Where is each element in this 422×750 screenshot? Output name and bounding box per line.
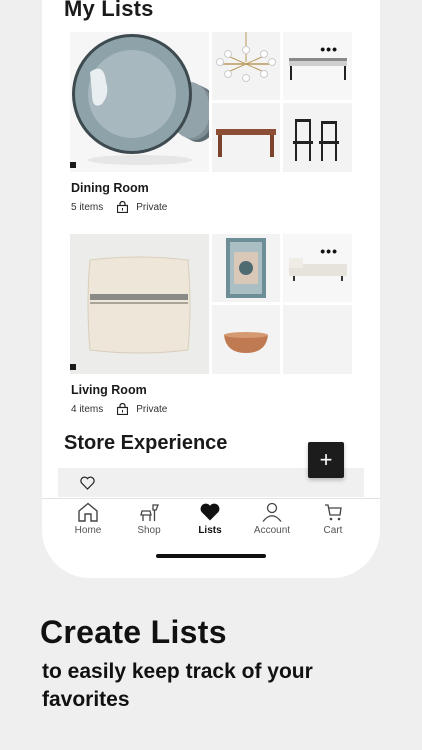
- privacy-label: Private: [136, 201, 168, 213]
- dining-table-image: [212, 103, 280, 172]
- lock-icon: [117, 201, 129, 213]
- tab-label: Cart: [323, 525, 343, 536]
- carousel-indicator: [70, 364, 76, 370]
- item-count: 4 items: [71, 403, 104, 415]
- list-image-grid[interactable]: •••: [70, 234, 352, 374]
- tab-shop[interactable]: Shop: [119, 502, 179, 536]
- list-meta: 4 items Private: [71, 403, 167, 415]
- tab-label: Account: [253, 525, 291, 536]
- lock-icon: [117, 403, 129, 415]
- empty-image-slot: [283, 305, 352, 374]
- bowl-image: [212, 305, 280, 374]
- heart-icon: [200, 503, 220, 521]
- bottom-tab-bar: Home Shop Lists Account Cart: [42, 498, 380, 540]
- tab-lists[interactable]: Lists: [180, 502, 240, 536]
- phone-screen: My Lists ••• Dining Room 5 items Private…: [42, 0, 380, 578]
- chairs-image: [283, 103, 352, 172]
- tab-label: Lists: [198, 525, 222, 536]
- pillow-image: [70, 234, 209, 374]
- promo-title: Create Lists: [40, 614, 227, 650]
- sofa-image: •••: [283, 234, 352, 302]
- promo-subtitle: to easily keep track of your favorites: [42, 660, 313, 711]
- account-icon: [262, 502, 282, 522]
- section-title: Store Experience: [64, 432, 228, 454]
- page-title: My Lists: [64, 0, 154, 21]
- list-title: Dining Room: [71, 181, 149, 195]
- list-title: Living Room: [71, 383, 147, 397]
- tab-label: Home: [74, 525, 102, 536]
- plates-image: [70, 32, 209, 172]
- tab-label: Shop: [137, 525, 161, 536]
- tab-home[interactable]: Home: [58, 502, 118, 536]
- list-image-grid[interactable]: •••: [70, 32, 352, 172]
- home-icon: [78, 502, 98, 522]
- shop-icon: [140, 504, 159, 521]
- carousel-indicator: [70, 162, 76, 168]
- rug-image: [212, 234, 280, 302]
- home-indicator: [156, 554, 266, 558]
- bench-image: •••: [283, 32, 352, 100]
- add-list-button[interactable]: +: [308, 442, 344, 478]
- item-count: 5 items: [71, 201, 104, 213]
- cart-icon: [325, 504, 342, 521]
- tab-cart[interactable]: Cart: [303, 502, 363, 536]
- tab-account[interactable]: Account: [242, 502, 302, 536]
- privacy-label: Private: [136, 403, 168, 415]
- heart-outline-icon[interactable]: [80, 476, 95, 490]
- chandelier-image: [212, 32, 280, 100]
- list-more-button[interactable]: •••: [320, 42, 338, 56]
- list-meta: 5 items Private: [71, 201, 167, 213]
- list-more-button[interactable]: •••: [320, 244, 338, 258]
